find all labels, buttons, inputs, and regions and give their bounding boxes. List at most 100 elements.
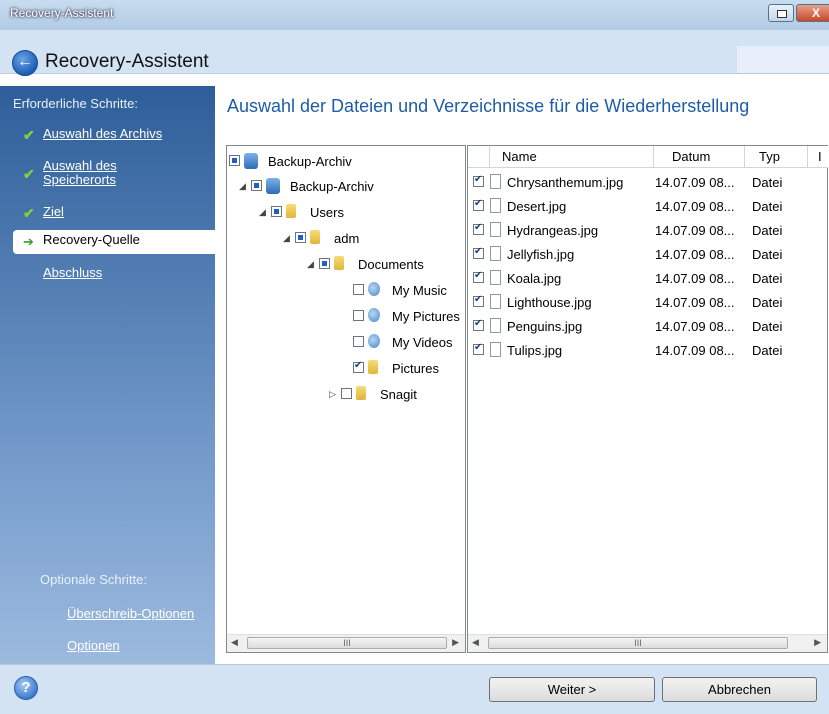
- scroll-right-icon[interactable]: ▶: [814, 637, 821, 648]
- file-type: Datei: [752, 223, 783, 238]
- drive-icon: [266, 178, 280, 194]
- column-header-datum[interactable]: Datum: [654, 146, 745, 168]
- file-checkbox[interactable]: [473, 198, 484, 211]
- tree-horizontal-scrollbar[interactable]: ◀ III ▶: [227, 634, 465, 652]
- file-date: 14.07.09 08...: [655, 175, 735, 190]
- column-header-typ[interactable]: Typ: [745, 146, 808, 168]
- file-row[interactable]: Lighthouse.jpg 14.07.09 08... Datei: [468, 291, 827, 315]
- file-name: Hydrangeas.jpg: [507, 223, 599, 238]
- tree-checkbox[interactable]: [353, 360, 364, 373]
- tree-checkbox[interactable]: [319, 258, 330, 269]
- checkmark-icon: ✔: [23, 127, 35, 143]
- column-header-more[interactable]: I: [808, 146, 828, 168]
- tree-node-label: My Music: [392, 283, 447, 298]
- tree-checkbox[interactable]: [251, 180, 262, 191]
- app-title: Recovery-Assistent: [45, 51, 209, 72]
- file-type: Datei: [752, 247, 783, 262]
- expand-toggle-icon[interactable]: ◢: [283, 233, 290, 244]
- file-date: 14.07.09 08...: [655, 295, 735, 310]
- column-header-name[interactable]: Name: [490, 146, 654, 168]
- expand-toggle-icon[interactable]: ◢: [307, 259, 314, 270]
- checkmark-icon: ✔: [23, 166, 35, 182]
- file-icon: [490, 270, 501, 285]
- tree-checkbox[interactable]: [353, 284, 364, 295]
- tree-checkbox[interactable]: [271, 206, 282, 217]
- step-ziel[interactable]: ✔ Ziel: [0, 202, 215, 226]
- folder-tree[interactable]: Backup-Archiv ◢ Backup-Archiv ◢ Users ◢ adm ◢ Do…: [226, 145, 466, 653]
- tree-node-label: Snagit: [380, 387, 417, 402]
- step-abschluss[interactable]: Abschluss: [0, 263, 215, 287]
- file-row[interactable]: Jellyfish.jpg 14.07.09 08... Datei: [468, 243, 827, 267]
- expand-toggle-icon[interactable]: ▷: [329, 389, 336, 400]
- checkmark-icon: ✔: [23, 205, 35, 221]
- tree-node-label: adm: [334, 231, 360, 246]
- tree-node-label: Backup-Archiv: [290, 179, 374, 194]
- file-type: Datei: [752, 295, 783, 310]
- folder-icon: [334, 256, 344, 270]
- tree-node-label: Users: [310, 205, 344, 220]
- tree-checkbox[interactable]: [229, 155, 240, 166]
- file-name: Penguins.jpg: [507, 319, 583, 334]
- step-label: Abschluss: [43, 265, 103, 280]
- file-row[interactable]: Hydrangeas.jpg 14.07.09 08... Datei: [468, 219, 827, 243]
- file-date: 14.07.09 08...: [655, 247, 735, 262]
- optional-steps-heading: Optionale Schritte:: [40, 572, 147, 587]
- minimize-button[interactable]: [768, 4, 794, 22]
- step-label: Ziel: [43, 204, 64, 219]
- file-date: 14.07.09 08...: [655, 199, 735, 214]
- file-type: Datei: [752, 271, 783, 286]
- expand-toggle-icon[interactable]: ◢: [259, 207, 266, 218]
- scroll-right-icon[interactable]: ▶: [452, 637, 459, 648]
- file-checkbox[interactable]: [473, 246, 484, 259]
- file-checkbox[interactable]: [473, 174, 484, 187]
- scroll-thumb[interactable]: III: [247, 637, 447, 649]
- file-name: Tulips.jpg: [507, 343, 563, 358]
- files-horizontal-scrollbar[interactable]: ◀ III ▶: [468, 634, 827, 652]
- file-type: Datei: [752, 319, 783, 334]
- file-icon: [490, 174, 501, 189]
- next-button[interactable]: Weiter >: [489, 677, 655, 702]
- file-checkbox[interactable]: [473, 270, 484, 283]
- file-name: Desert.jpg: [507, 199, 567, 214]
- steps-sidebar: Erforderliche Schritte: ✔ Auswahl des Ar…: [0, 86, 215, 664]
- file-checkbox[interactable]: [473, 222, 484, 235]
- file-row[interactable]: Koala.jpg 14.07.09 08... Datei: [468, 267, 827, 291]
- tree-checkbox[interactable]: [295, 232, 306, 243]
- file-icon: [490, 342, 501, 357]
- step-optionen[interactable]: Optionen: [67, 638, 120, 653]
- scroll-left-icon[interactable]: ◀: [472, 637, 479, 648]
- file-type: Datei: [752, 343, 783, 358]
- close-button[interactable]: X: [796, 4, 829, 22]
- back-arrow-icon[interactable]: ←: [12, 50, 38, 76]
- file-date: 14.07.09 08...: [655, 319, 735, 334]
- scroll-left-icon[interactable]: ◀: [231, 637, 238, 648]
- step-label: Auswahl des Speicherorts: [43, 158, 117, 187]
- tree-checkbox[interactable]: [353, 310, 364, 321]
- help-icon[interactable]: ?: [14, 676, 38, 700]
- file-row[interactable]: Tulips.jpg 14.07.09 08... Datei: [468, 339, 827, 363]
- file-row[interactable]: Penguins.jpg 14.07.09 08... Datei: [468, 315, 827, 339]
- step-auswahl-speicherort[interactable]: ✔ Auswahl des Speicherorts: [0, 156, 215, 192]
- file-checkbox[interactable]: [473, 342, 484, 355]
- user-folder-icon: [368, 308, 380, 322]
- file-name: Jellyfish.jpg: [507, 247, 575, 262]
- step-recovery-quelle[interactable]: ➔ Recovery-Quelle: [13, 230, 215, 254]
- drive-icon: [244, 153, 258, 169]
- step-ueberschreib-optionen[interactable]: Überschreib-Optionen: [67, 606, 194, 621]
- expand-toggle-icon[interactable]: ◢: [239, 181, 246, 192]
- column-header-check: [468, 146, 490, 168]
- tree-checkbox[interactable]: [341, 388, 352, 399]
- step-label: Recovery-Quelle: [43, 232, 140, 247]
- step-auswahl-archiv[interactable]: ✔ Auswahl des Archivs: [0, 124, 215, 148]
- cancel-button[interactable]: Abbrechen: [662, 677, 817, 702]
- folder-icon: [286, 204, 296, 218]
- page-title: Auswahl der Dateien und Verzeichnisse fü…: [227, 96, 750, 116]
- file-row[interactable]: Desert.jpg 14.07.09 08... Datei: [468, 195, 827, 219]
- file-type: Datei: [752, 175, 783, 190]
- scroll-thumb[interactable]: III: [488, 637, 788, 649]
- file-row[interactable]: Chrysanthemum.jpg 14.07.09 08... Datei: [468, 171, 827, 195]
- file-list[interactable]: Name Datum Typ I Chrysanthemum.jpg 14.07.…: [467, 145, 828, 653]
- file-checkbox[interactable]: [473, 318, 484, 331]
- file-checkbox[interactable]: [473, 294, 484, 307]
- tree-checkbox[interactable]: [353, 336, 364, 347]
